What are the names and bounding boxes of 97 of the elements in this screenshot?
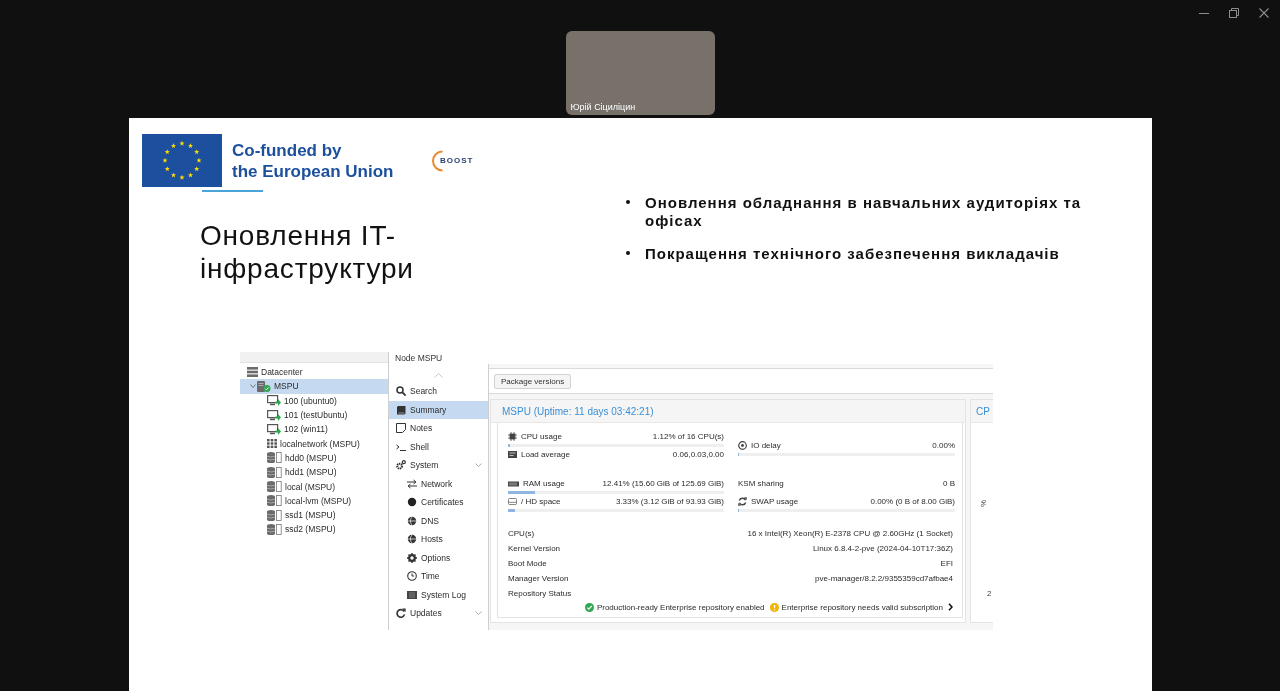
- nav-item[interactable]: Notes: [389, 419, 488, 438]
- axis-tick-label: 2: [987, 589, 992, 598]
- gear-icon: [407, 552, 417, 563]
- bullet-icon: [626, 200, 630, 204]
- info-label: Boot Mode: [508, 559, 547, 568]
- axis-label: %: [979, 499, 989, 508]
- book-icon: [396, 404, 406, 415]
- caret-icon[interactable]: [250, 384, 256, 389]
- nav-item[interactable]: Shell: [389, 437, 488, 456]
- tree-item[interactable]: Datacenter: [240, 365, 388, 380]
- info-value: EFI: [940, 559, 953, 568]
- refresh-icon: [738, 497, 747, 506]
- tree-item[interactable]: hdd0 (MSPU): [240, 450, 388, 466]
- gears-icon: [396, 460, 406, 471]
- nav-item[interactable]: Options: [389, 548, 488, 567]
- note-icon: [396, 423, 406, 434]
- restore-icon[interactable]: [1229, 8, 1239, 18]
- nav-item[interactable]: Summary: [389, 400, 488, 419]
- stat-label: IO delay: [751, 441, 781, 450]
- repo-status-text: Production-ready Enterprise repository enabled: [596, 602, 765, 612]
- info-value: pve-manager/8.2.2/9355359cd7afbae4: [815, 574, 953, 583]
- tree-item[interactable]: 100 (ubuntu0): [240, 393, 388, 408]
- panel-title: MSPU (Uptime: 11 days 03:42:21): [502, 405, 654, 417]
- stat-label: / HD space: [521, 497, 561, 506]
- nav-item[interactable]: Search: [389, 382, 488, 401]
- nav-item[interactable]: Certificates: [389, 493, 488, 512]
- refresh-icon: [396, 608, 406, 619]
- repo-status-text: Enterprise repository needs valid subscription: [781, 602, 943, 612]
- info-label: CPU(s): [508, 529, 535, 538]
- stat-value: 12.41% (15.60 GiB of 125.69 GiB): [602, 479, 724, 488]
- drive-icon: [508, 498, 517, 505]
- cofunded-text: Co-funded by the European Union: [232, 139, 395, 182]
- stat-value: 0.00% (0 B of 8.00 GiB): [870, 497, 955, 506]
- tree-item[interactable]: ssd2 (MSPU): [240, 522, 388, 537]
- database-icon: [267, 481, 282, 492]
- stat-label: CPU usage: [521, 432, 562, 441]
- database-icon: [267, 452, 282, 464]
- warning-icon: [769, 602, 779, 612]
- minimize-icon[interactable]: [1199, 12, 1209, 14]
- stat-value: 3.33% (3.12 GiB of 93.93 GiB): [615, 497, 724, 506]
- nav-item[interactable]: System Log: [389, 585, 488, 604]
- info-value: Linux 6.8.4-2-pve (2024-04-10T17:36Z): [812, 544, 953, 553]
- stat-value: 0.06,0.03,0.00: [672, 450, 724, 459]
- nav-item[interactable]: Updates: [389, 604, 488, 623]
- stat-value: 0 B: [943, 479, 955, 488]
- database-icon: [267, 509, 282, 521]
- tree-item[interactable]: MSPU: [240, 379, 388, 394]
- tree-item[interactable]: local (MSPU): [240, 479, 388, 494]
- tree-item[interactable]: 102 (win11): [240, 422, 388, 437]
- nav-item[interactable]: Hosts: [389, 530, 488, 549]
- screen-icon: [508, 450, 517, 459]
- info-label: Kernel Version: [508, 544, 561, 553]
- bullet-text: Оновлення обладнання в навчальних аудиторіях та офісах: [645, 194, 1083, 230]
- logo-text: BOOST: [440, 156, 474, 165]
- database-icon: [267, 466, 282, 478]
- info-label: Repository Status: [508, 589, 572, 598]
- tree-item[interactable]: 101 (testUbuntu): [240, 407, 388, 423]
- search-icon: [396, 386, 406, 397]
- nav-item[interactable]: DNS: [389, 511, 488, 530]
- chevron-right-icon[interactable]: [948, 603, 953, 611]
- nav-item[interactable]: System: [389, 456, 488, 475]
- clock-icon: [407, 571, 417, 582]
- nav-item[interactable]: Network: [389, 474, 488, 493]
- bullet-text: Покращення технічного забезпечення викладачів: [645, 245, 1061, 263]
- globe-icon: [407, 515, 417, 526]
- stat-label: Load average: [521, 450, 570, 459]
- package-versions-button[interactable]: Package versions: [494, 373, 572, 389]
- panel-title: CP: [976, 405, 990, 417]
- tree-item[interactable]: local-lvm (MSPU): [240, 493, 388, 508]
- check-icon: [584, 602, 594, 612]
- view-title: Node MSPU: [394, 352, 444, 364]
- stat-label: RAM usage: [523, 479, 565, 488]
- globe-icon: [407, 534, 417, 545]
- info-value: 16 x Intel(R) Xeon(R) E-2378 CPU @ 2.60GHz (1 Socket): [747, 529, 953, 538]
- bullet-icon: [626, 251, 630, 255]
- tree-item[interactable]: ssd1 (MSPU): [240, 507, 388, 523]
- slide-title: Оновлення IT-інфраструктури: [200, 219, 415, 285]
- database-icon: [267, 523, 282, 535]
- database-icon: [267, 495, 282, 507]
- list-icon: [407, 589, 417, 600]
- tree-item[interactable]: hdd1 (MSPU): [240, 465, 388, 480]
- memory-icon: [508, 480, 519, 487]
- tree-item[interactable]: localnetwork (MSPU): [240, 436, 388, 451]
- dot-icon: [407, 497, 417, 508]
- grid-icon: [267, 439, 277, 449]
- participant-name: Юрій Сіциліцин: [570, 102, 636, 113]
- stat-label: SWAP usage: [751, 497, 799, 506]
- server-rack-icon: [247, 367, 258, 378]
- chip-icon: [508, 432, 517, 441]
- ring-icon: [738, 441, 747, 450]
- stat-value: 1.12% of 16 CPU(s): [652, 432, 724, 441]
- info-label: Manager Version: [508, 574, 569, 583]
- arrows-icon: [407, 478, 417, 489]
- stat-label: KSM sharing: [738, 479, 784, 488]
- close-icon[interactable]: [1259, 8, 1269, 18]
- stat-value: 0.00%: [932, 441, 955, 450]
- nav-item[interactable]: Time: [389, 567, 488, 586]
